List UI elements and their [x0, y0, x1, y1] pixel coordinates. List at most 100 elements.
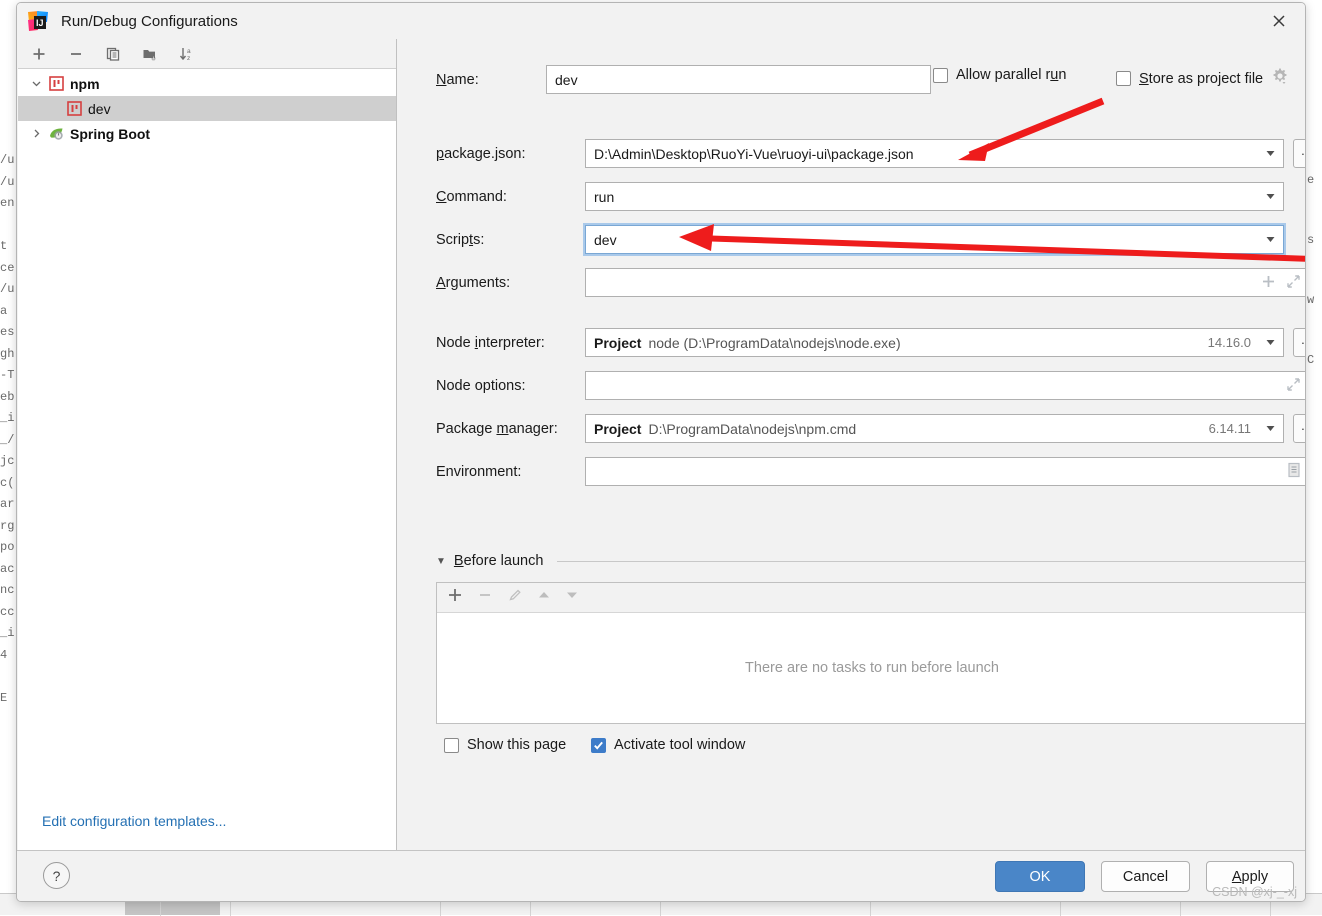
gear-dropdown-icon[interactable] [1271, 67, 1289, 90]
npm-icon [46, 76, 66, 91]
package-manager-browse-label: ... [1301, 418, 1306, 433]
store-as-project-file-label[interactable]: Store as project file [1116, 71, 1263, 87]
package-json-row: package.json: D:\Admin\Desktop\RuoYi-Vue… [436, 139, 1306, 168]
node-interpreter-scope: Project [594, 335, 641, 351]
arguments-label: Arguments: [436, 275, 576, 291]
command-row: Command: run [436, 182, 1284, 211]
tree-group-spring-boot[interactable]: Spring Boot [18, 121, 396, 146]
name-input-value: dev [555, 72, 578, 88]
show-this-page-checkbox[interactable]: Show this page [444, 737, 566, 753]
new-folder-icon[interactable] [137, 42, 163, 66]
minus-icon [477, 587, 493, 608]
chevron-down-icon[interactable] [1257, 226, 1283, 253]
package-manager-value: D:\ProgramData\nodejs\npm.cmd [648, 421, 856, 437]
allow-parallel-run-label[interactable]: Allow parallel run [933, 67, 1066, 83]
svg-text:IJ: IJ [36, 18, 44, 28]
configurations-toolbar: a z [18, 39, 396, 69]
tree-group-spring-boot-label: Spring Boot [70, 126, 150, 142]
tree-group-npm-label: npm [70, 76, 100, 92]
package-manager-label: Package manager: [436, 421, 576, 437]
activate-tool-window-box[interactable] [591, 738, 606, 753]
dialog-title: Run/Debug Configurations [61, 13, 238, 30]
node-options-row: Node options: [436, 371, 1306, 400]
scripts-combo[interactable]: dev [585, 225, 1284, 254]
arguments-input[interactable] [585, 268, 1306, 297]
package-manager-row: Package manager: Project D:\ProgramData\… [436, 414, 1306, 443]
node-interpreter-row: Node interpreter: Project node (D:\Progr… [436, 328, 1306, 357]
package-manager-browse-button[interactable]: ... [1293, 414, 1306, 443]
scripts-value: dev [594, 232, 617, 248]
configurations-tree: npm dev [18, 69, 396, 146]
before-launch-toolbar [437, 583, 1306, 613]
ok-button[interactable]: OK [995, 861, 1085, 892]
activate-tool-window-text: Activate tool window [614, 737, 745, 753]
tree-group-npm[interactable]: npm [18, 71, 396, 96]
activate-tool-window-checkbox[interactable]: Activate tool window [591, 737, 745, 753]
svg-text:z: z [187, 55, 190, 62]
copy-icon[interactable] [100, 42, 126, 66]
node-interpreter-label: Node interpreter: [436, 335, 576, 351]
configurations-tree-panel: a z npm [18, 39, 397, 851]
expand-icon[interactable] [1286, 377, 1301, 395]
watermark: CSDN @xj-_-xj [1212, 885, 1297, 899]
add-icon[interactable] [26, 42, 52, 66]
package-json-label: package.json: [436, 146, 576, 162]
chevron-right-icon[interactable] [26, 128, 46, 139]
cancel-button[interactable]: Cancel [1101, 861, 1190, 892]
allow-parallel-run-checkbox[interactable]: Allow parallel run [933, 67, 1066, 83]
triangle-down-icon[interactable]: ▼ [436, 556, 446, 567]
node-interpreter-browse-label: ... [1301, 332, 1306, 347]
plus-icon[interactable] [1261, 274, 1276, 292]
name-label: Name: [436, 72, 508, 88]
name-row: Name: dev [436, 65, 931, 94]
expand-icon[interactable] [1286, 274, 1301, 292]
arguments-row: Arguments: [436, 268, 1306, 297]
activate-tool-window-label[interactable]: Activate tool window [591, 737, 745, 753]
help-button[interactable]: ? [43, 862, 70, 889]
store-as-project-file-text: Store as project file [1139, 71, 1263, 87]
background-right-text: e s w C [1307, 150, 1321, 390]
edit-pencil-icon [507, 587, 523, 608]
remove-icon[interactable] [63, 42, 89, 66]
close-icon[interactable] [1251, 3, 1306, 39]
node-interpreter-combo[interactable]: Project node (D:\ProgramData\nodejs\node… [585, 328, 1284, 357]
node-options-label: Node options: [436, 378, 576, 394]
arrow-up-icon [537, 588, 551, 607]
allow-parallel-run-box[interactable] [933, 68, 948, 83]
node-interpreter-browse-button[interactable]: ... [1293, 328, 1306, 357]
store-as-project-file-checkbox[interactable]: Store as project file [1116, 67, 1289, 90]
environment-input[interactable] [585, 457, 1306, 486]
chevron-down-icon[interactable] [1257, 415, 1283, 442]
show-this-page-text: Show this page [467, 737, 566, 753]
chevron-down-icon[interactable] [1257, 329, 1283, 356]
allow-parallel-run-text: Allow parallel run [956, 67, 1066, 83]
package-json-browse-button[interactable]: ... [1293, 139, 1306, 168]
svg-text:a: a [187, 48, 191, 55]
name-input[interactable]: dev [546, 65, 931, 94]
plus-icon[interactable] [447, 587, 463, 608]
configuration-form-panel: Name: dev Allow parallel run Store as pr… [398, 39, 1306, 851]
scripts-row: Scripts: dev [436, 225, 1284, 254]
node-options-input[interactable] [585, 371, 1306, 400]
run-debug-configurations-dialog: IJ Run/Debug Configurations [16, 2, 1306, 902]
command-combo[interactable]: run [585, 182, 1284, 211]
sort-alphabetically-icon[interactable]: a z [174, 42, 200, 66]
package-json-combo[interactable]: D:\Admin\Desktop\RuoYi-Vue\ruoyi-ui\pack… [585, 139, 1284, 168]
command-label: Command: [436, 189, 576, 205]
package-json-value: D:\Admin\Desktop\RuoYi-Vue\ruoyi-ui\pack… [594, 146, 914, 162]
tree-item-dev[interactable]: dev [18, 96, 396, 121]
package-manager-combo[interactable]: Project D:\ProgramData\nodejs\npm.cmd 6.… [585, 414, 1284, 443]
before-launch-task-list: There are no tasks to run before launch [436, 582, 1306, 724]
environment-variables-icon[interactable] [1287, 462, 1301, 481]
node-interpreter-version: 14.16.0 [1208, 335, 1251, 350]
edit-configuration-templates-link[interactable]: Edit configuration templates... [42, 813, 226, 829]
chevron-down-icon[interactable] [1257, 183, 1283, 210]
intellij-idea-logo-icon: IJ [27, 10, 49, 32]
show-this-page-box[interactable] [444, 738, 459, 753]
chevron-down-icon[interactable] [26, 78, 46, 89]
before-launch-header[interactable]: ▼ Before launch [436, 553, 1306, 569]
command-value: run [594, 189, 614, 205]
show-this-page-label[interactable]: Show this page [444, 737, 566, 753]
store-as-project-file-box[interactable] [1116, 71, 1131, 86]
chevron-down-icon[interactable] [1257, 140, 1283, 167]
